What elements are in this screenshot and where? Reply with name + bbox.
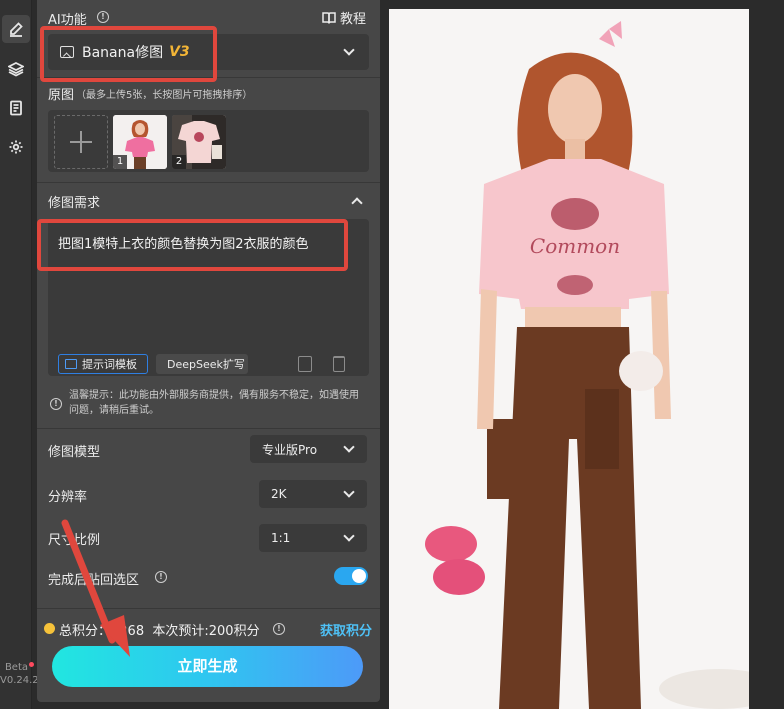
divider	[37, 182, 380, 183]
prompt-template-label: 提示词模板	[82, 358, 137, 371]
retouch-model-label: 修图模型	[48, 445, 101, 460]
svg-text:Common: Common	[530, 234, 620, 258]
get-points-link[interactable]: 获取积分	[320, 620, 372, 639]
gear-icon	[9, 140, 23, 154]
book-icon	[322, 11, 336, 24]
aspect-ratio-value: 1:1	[271, 531, 291, 545]
points-summary: 总积分：7268 本次预计:200积分	[59, 620, 260, 639]
tool-rail: Beta V0.24.2	[0, 0, 39, 709]
divider	[37, 608, 380, 609]
document-tool-button[interactable]	[2, 94, 30, 122]
layers-icon	[8, 61, 24, 77]
chevron-down-icon	[343, 44, 355, 56]
thumbnail-index: 1	[113, 155, 127, 169]
deepseek-expand-button[interactable]: DeepSeek扩写	[156, 354, 248, 374]
thumbnail-1[interactable]: 1	[113, 115, 167, 169]
generate-button[interactable]: 立即生成	[52, 646, 363, 687]
warning-text: 温馨提示：此功能由外部服务商提供，偶有服务不稳定，如遇使用问题，请稍后重试。	[69, 390, 359, 416]
original-images-area: 1 2	[48, 110, 369, 172]
thumbnail-2[interactable]: 2	[172, 115, 226, 169]
info-icon[interactable]: !	[97, 11, 109, 23]
resolution-label: 分辨率	[48, 490, 88, 505]
chevron-up-icon[interactable]	[351, 197, 363, 209]
originals-title: 原图	[48, 88, 75, 103]
retouch-model-select[interactable]: 专业版Pro	[250, 435, 367, 463]
deepseek-label: DeepSeek扩写	[167, 358, 245, 371]
tutorial-label: 教程	[339, 12, 366, 27]
add-image-button[interactable]	[54, 115, 108, 169]
aspect-ratio-label: 尺寸比例	[48, 533, 101, 548]
copy-icon[interactable]	[298, 356, 312, 372]
coin-icon	[44, 623, 55, 634]
divider	[37, 428, 380, 429]
tutorial-link[interactable]: 教程	[322, 8, 366, 27]
info-icon[interactable]: !	[155, 571, 167, 583]
edit-tool-button[interactable]	[2, 15, 30, 43]
requirement-title: 修图需求	[48, 196, 101, 211]
beta-badge: Beta	[5, 661, 35, 674]
document-icon	[10, 100, 22, 116]
resolution-select[interactable]: 2K	[259, 480, 367, 508]
chevron-down-icon	[343, 441, 355, 453]
version-number: V0.24.2	[0, 675, 39, 686]
preview-canvas[interactable]: Common	[389, 9, 749, 709]
paste-back-toggle[interactable]	[334, 567, 368, 585]
aspect-ratio-select[interactable]: 1:1	[259, 524, 367, 552]
ai-function-panel: AI功能 ! 教程 Banana修图 V3 原图 （最多上传5张，长按图片可拖拽…	[37, 0, 380, 702]
thumbnail-index: 2	[172, 155, 186, 169]
total-points-label: 总积分：	[59, 624, 112, 639]
paste-back-label: 完成后贴回选区	[48, 573, 140, 588]
app-window: Beta V0.24.2 AI功能 ! 教程 Banana修图 V3 原图 （最…	[0, 0, 784, 709]
highlight-box-prompt	[37, 219, 348, 271]
chevron-down-icon	[343, 530, 355, 542]
resolution-value: 2K	[271, 487, 287, 501]
info-icon[interactable]: !	[273, 623, 285, 635]
template-icon	[65, 359, 77, 369]
estimate-points: 本次预计:200积分	[152, 624, 260, 639]
warning-icon: !	[50, 398, 62, 410]
prompt-template-button[interactable]: 提示词模板	[58, 354, 148, 374]
retouch-model-value: 专业版Pro	[262, 442, 318, 457]
layers-tool-button[interactable]	[2, 55, 30, 83]
settings-tool-button[interactable]	[2, 133, 30, 161]
highlight-box-model	[40, 26, 217, 82]
model-preview-image: Common	[389, 9, 749, 709]
chevron-down-icon	[343, 486, 355, 498]
trash-icon[interactable]	[333, 356, 345, 372]
originals-hint: （最多上传5张，长按图片可拖拽排序）	[76, 90, 253, 101]
pen-icon	[10, 22, 23, 37]
total-points-value: 7268	[111, 624, 145, 639]
version-info: Beta V0.24.2	[0, 661, 39, 687]
